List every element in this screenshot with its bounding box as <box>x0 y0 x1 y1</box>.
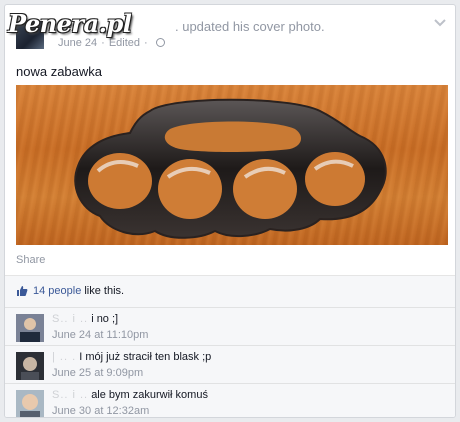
comments-list: S.. i .. i no ;] June 24 at 11:10pm | ..… <box>5 305 455 418</box>
avatar[interactable] <box>16 390 44 418</box>
edited-label[interactable]: Edited <box>109 37 140 49</box>
comment: S.. i .. i no ;] June 24 at 11:10pm <box>5 307 455 345</box>
comment-time[interactable]: June 30 at 12:32am <box>52 405 149 417</box>
comment-author[interactable]: S.. i .. <box>52 389 88 401</box>
post-text: nowa zabawka <box>16 64 102 79</box>
comment-body: i no ;] <box>91 313 119 325</box>
comment-text: | .. . I mój już stracił ten blask ;p <box>52 351 211 363</box>
comment-time[interactable]: June 25 at 9:09pm <box>52 367 143 379</box>
comment-author[interactable]: S.. i .. <box>52 313 88 325</box>
likes-count[interactable]: 14 people <box>33 285 81 297</box>
site-watermark: Penera.pl <box>8 9 132 38</box>
share-link[interactable]: Share <box>16 254 45 266</box>
brass-knuckles-image <box>74 98 387 239</box>
comment-author[interactable]: | .. . <box>52 351 76 363</box>
comment-text: S.. i .. ale bym zakurwił komuś <box>52 389 208 401</box>
likes-bar: 14 people like this. <box>5 275 455 305</box>
comment-time[interactable]: June 24 at 11:10pm <box>52 329 148 341</box>
comment: | .. . I mój już stracił ten blask ;p Ju… <box>5 345 455 383</box>
post-card: Penera.pl . updated his cover photo. Jun… <box>4 4 456 418</box>
like-icon <box>17 285 28 296</box>
comment-body: I mój już stracił ten blask ;p <box>79 351 212 363</box>
chevron-down-icon[interactable] <box>433 17 447 27</box>
comment-text: S.. i .. i no ;] <box>52 313 118 325</box>
likes-suffix: like this. <box>84 284 125 297</box>
avatar[interactable] <box>16 352 44 380</box>
avatar[interactable] <box>16 314 44 342</box>
post-photo[interactable] <box>16 85 448 245</box>
post-meta: June 24 · Edited · <box>58 37 165 49</box>
post-action-text: . updated his cover photo. <box>175 19 325 34</box>
comment-body: ale bym zakurwił komuś <box>91 389 208 401</box>
post-date[interactable]: June 24 <box>58 37 97 49</box>
comment: S.. i .. ale bym zakurwił komuś June 30 … <box>5 383 455 418</box>
globe-icon[interactable] <box>155 38 165 47</box>
